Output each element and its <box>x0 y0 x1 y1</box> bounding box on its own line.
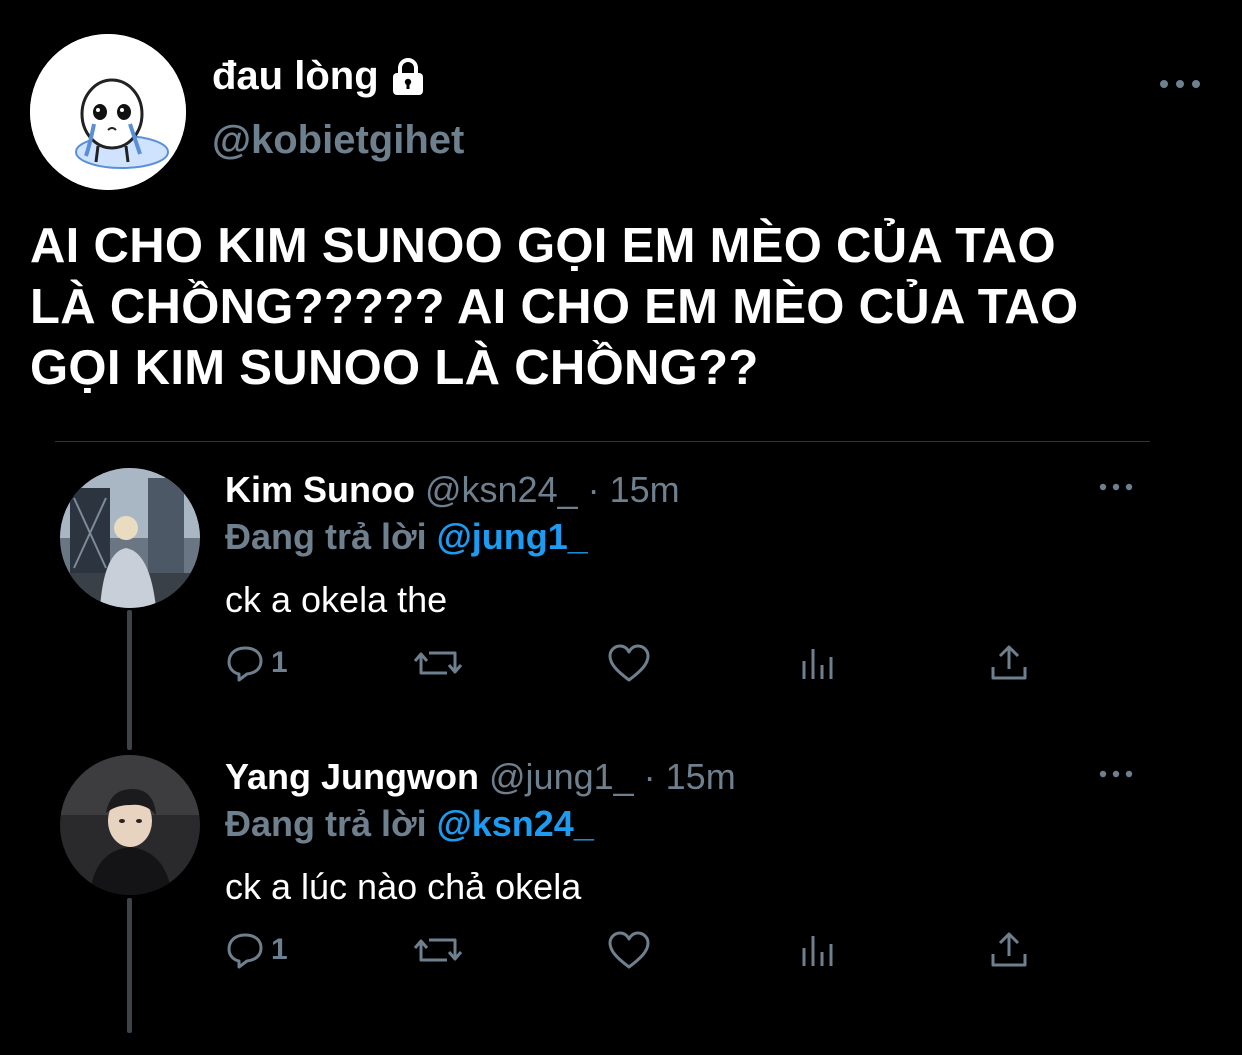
retweet-icon <box>413 643 463 683</box>
lock-icon <box>387 56 429 98</box>
tweet-text-line: GỌI KIM SUNOO LÀ CHỒNG?? <box>30 341 759 395</box>
display-name-text: đau lòng <box>212 54 379 98</box>
reply-text: ck a okela the <box>225 579 448 620</box>
views-button[interactable] <box>799 925 839 975</box>
reply-icon <box>225 930 265 970</box>
replying-to: Đang trả lời @jung1_ <box>225 515 588 559</box>
tweet-text-line: AI CHO KIM SUNOO GỌI EM MÈO CỦA TAO <box>30 219 1056 273</box>
mention-link[interactable]: @jung1_ <box>437 516 588 557</box>
retweet-button[interactable] <box>413 925 463 975</box>
retweet-icon <box>413 930 463 970</box>
share-icon <box>989 930 1029 970</box>
avatar[interactable] <box>60 468 200 608</box>
share-button[interactable] <box>989 925 1029 975</box>
heart-icon <box>607 930 651 970</box>
reply-meta: @jung1_ · 15m <box>489 756 736 797</box>
reply-button[interactable]: 1 <box>225 925 288 975</box>
views-icon <box>799 643 839 683</box>
reply-author-name[interactable]: Yang Jungwon <box>225 756 479 797</box>
reply-header: Kim Sunoo @ksn24_ · 15m <box>225 468 680 512</box>
reply-text: ck a lúc nào chả okela <box>225 866 582 907</box>
share-button[interactable] <box>989 638 1029 688</box>
avatar[interactable] <box>60 755 200 895</box>
reply-author-name[interactable]: Kim Sunoo <box>225 469 415 510</box>
retweet-button[interactable] <box>413 638 463 688</box>
user-handle[interactable]: @kobietgihet <box>212 118 464 163</box>
like-button[interactable] <box>607 638 651 688</box>
replying-label: Đang trả lời <box>225 803 427 844</box>
replying-to: Đang trả lời @ksn24_ <box>225 802 594 846</box>
reply-tweet[interactable]: Kim Sunoo @ksn24_ · 15m Đang trả lời @jun… <box>0 468 1242 728</box>
more-icon[interactable] <box>1158 74 1202 94</box>
more-icon[interactable] <box>1098 767 1134 781</box>
reply-meta: @ksn24_ · 15m <box>424 469 680 510</box>
replying-label: Đang trả lời <box>225 516 427 557</box>
profile-avatar[interactable] <box>30 34 186 190</box>
action-bar: 1 <box>225 925 1045 975</box>
heart-icon <box>607 643 651 683</box>
views-icon <box>799 930 839 970</box>
reply-tweet[interactable]: Yang Jungwon @jung1_ · 15m Đang trả lời @… <box>0 755 1242 1015</box>
tweet-text: AI CHO KIM SUNOO GỌI EM MÈO CỦA TAO LÀ C… <box>30 216 1230 399</box>
like-button[interactable] <box>607 925 651 975</box>
views-button[interactable] <box>799 638 839 688</box>
mention-link[interactable]: @ksn24_ <box>437 803 594 844</box>
action-bar: 1 <box>225 638 1045 688</box>
divider <box>55 441 1150 442</box>
tweet-text-line: LÀ CHỒNG????? AI CHO EM MÈO CỦA TAO <box>30 280 1079 334</box>
more-icon[interactable] <box>1098 480 1134 494</box>
reply-header: Yang Jungwon @jung1_ · 15m <box>225 755 736 799</box>
tweet-header: đau lòng @kobietgihet <box>0 0 1242 200</box>
reply-icon <box>225 643 265 683</box>
reply-count: 1 <box>271 933 288 966</box>
display-name[interactable]: đau lòng <box>212 54 429 99</box>
reply-button[interactable]: 1 <box>225 638 288 688</box>
reply-count: 1 <box>271 646 288 679</box>
share-icon <box>989 643 1029 683</box>
